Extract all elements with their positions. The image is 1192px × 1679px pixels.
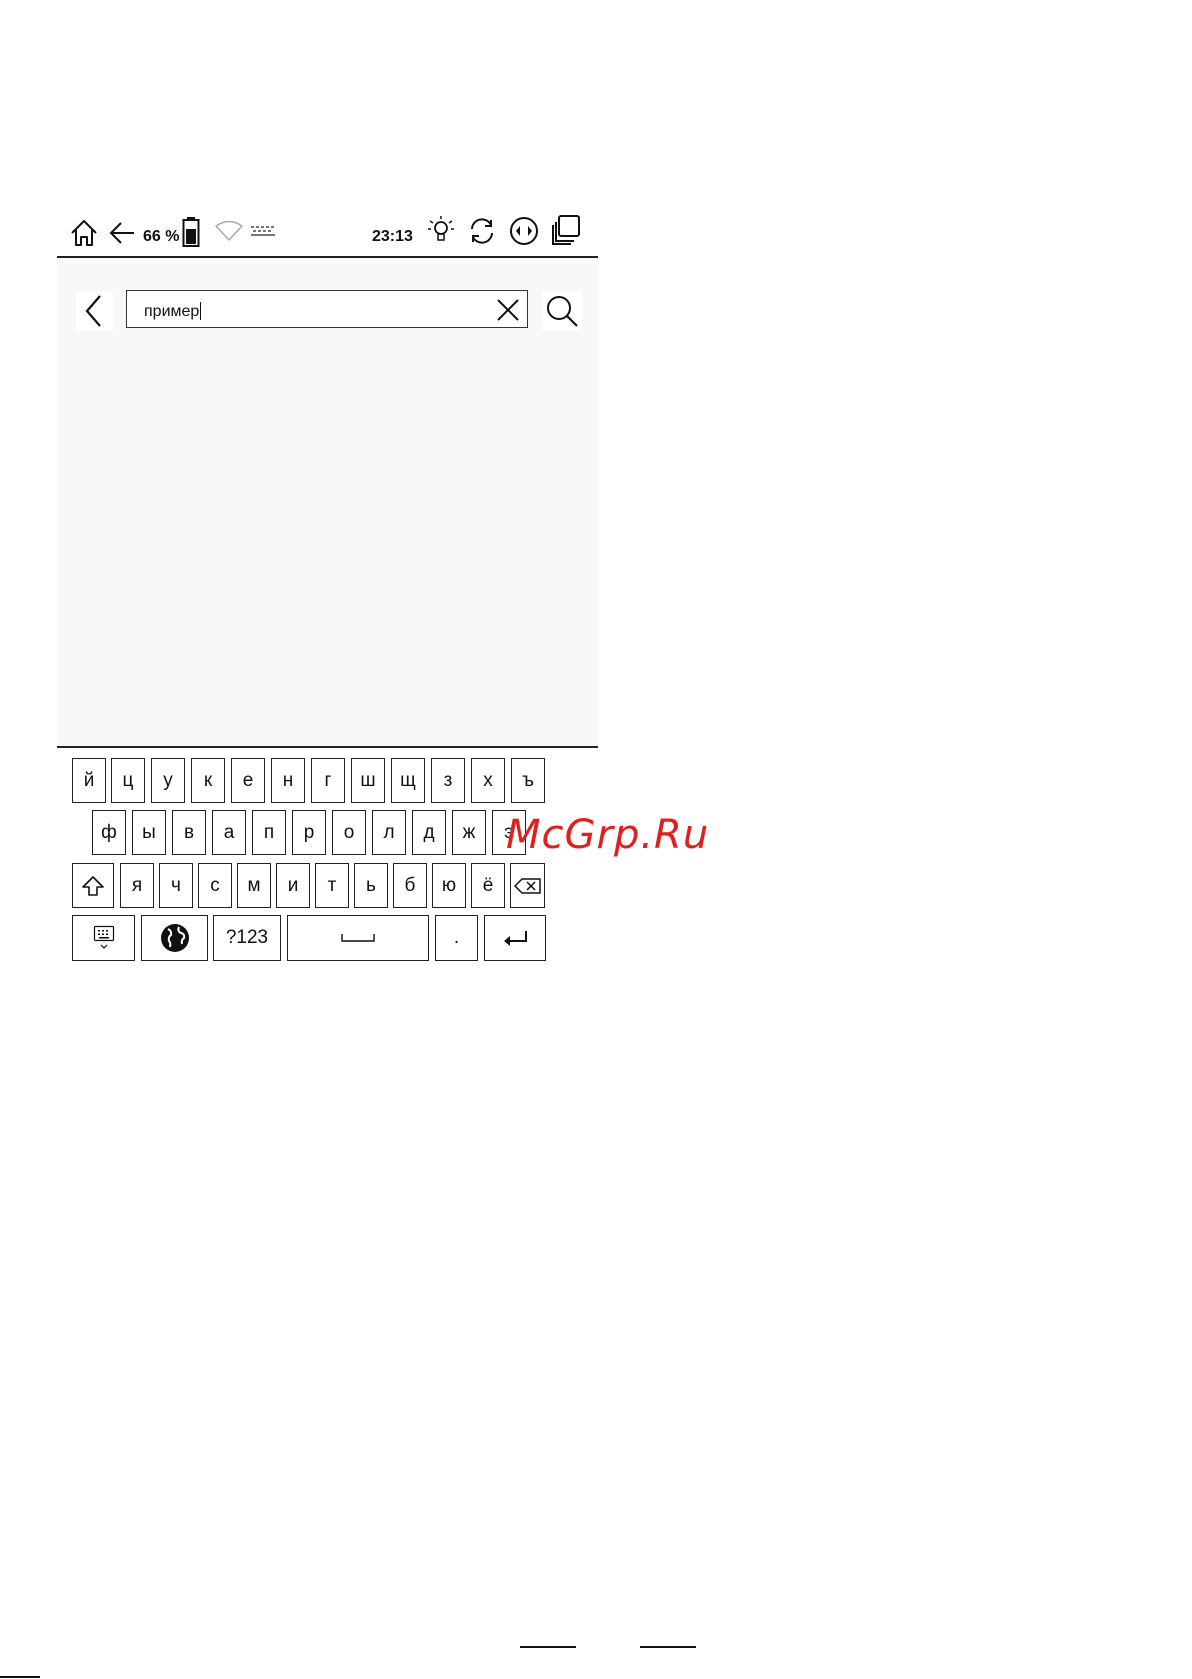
globe-icon [160,924,189,952]
chevron-left-icon [85,295,101,327]
key[interactable]: ш [351,758,385,803]
key[interactable]: и [276,863,310,908]
key[interactable]: о [332,810,366,855]
text-caret [200,302,202,320]
hide-keyboard-key[interactable] [72,915,135,961]
key[interactable]: щ [391,758,425,803]
clock: 23:13 [372,228,413,245]
search-input[interactable]: пример [126,290,528,328]
key[interactable]: я [120,863,154,908]
key[interactable]: л [372,810,406,855]
key[interactable]: д [412,810,446,855]
key[interactable]: у [151,758,185,803]
key[interactable]: х [471,758,505,803]
clear-button[interactable] [495,297,521,323]
wifi-icon [214,220,244,247]
battery-icon [182,216,200,253]
language-key[interactable] [141,915,208,961]
key[interactable]: т [315,863,349,908]
search-screen: пример [57,258,598,746]
keyboard-icon [250,225,276,244]
key[interactable]: г [311,758,345,803]
page-rule [0,1676,40,1678]
hide-keyboard-icon [93,925,114,949]
shift-key[interactable] [72,863,114,908]
onscreen-keyboard: й ц у к е н г ш щ з х ъ ф ы в а п р о л … [57,748,598,972]
key[interactable]: ь [354,863,388,908]
key[interactable]: а [212,810,246,855]
home-icon[interactable] [69,218,99,253]
key[interactable]: ю [432,863,466,908]
key[interactable]: б [393,863,427,908]
key[interactable]: в [172,810,206,855]
task-manager-icon[interactable] [550,214,582,251]
key[interactable]: з [431,758,465,803]
battery-percent: 66 % [143,228,180,245]
backspace-key[interactable] [510,863,545,908]
key[interactable]: ы [132,810,166,855]
key[interactable]: ж [452,810,486,855]
back-button[interactable] [75,291,113,331]
key[interactable]: ф [92,810,126,855]
key[interactable]: р [292,810,326,855]
watermark: McGrp.Ru [506,812,710,858]
search-button[interactable] [542,291,582,331]
shift-arrow-icon [82,875,104,896]
sync-icon[interactable] [467,216,497,251]
key[interactable]: ё [471,863,505,908]
numbers-key[interactable]: ?123 [213,915,281,961]
space-bar-icon [341,934,375,942]
rotate-screen-icon[interactable] [509,216,539,251]
page-rule [520,1646,576,1648]
period-key[interactable]: . [435,915,478,961]
key[interactable]: ц [111,758,145,803]
key[interactable]: й [72,758,106,803]
key[interactable]: п [252,810,286,855]
key[interactable]: н [271,758,305,803]
back-arrow-icon[interactable] [107,218,137,253]
key[interactable]: с [198,863,232,908]
enter-key[interactable] [484,915,546,961]
status-bar: 66 % 23:13 [57,206,598,256]
key[interactable]: ч [159,863,193,908]
key[interactable]: е [231,758,265,803]
backspace-icon [513,877,541,894]
frontlight-icon[interactable] [427,214,455,251]
page-rule [640,1646,696,1648]
key[interactable]: ъ [511,758,545,803]
key[interactable]: м [237,863,271,908]
search-icon [547,296,578,327]
enter-icon [504,931,527,946]
close-icon [497,299,519,321]
key[interactable]: к [191,758,225,803]
space-key[interactable] [287,915,429,961]
search-query: пример [144,302,202,320]
